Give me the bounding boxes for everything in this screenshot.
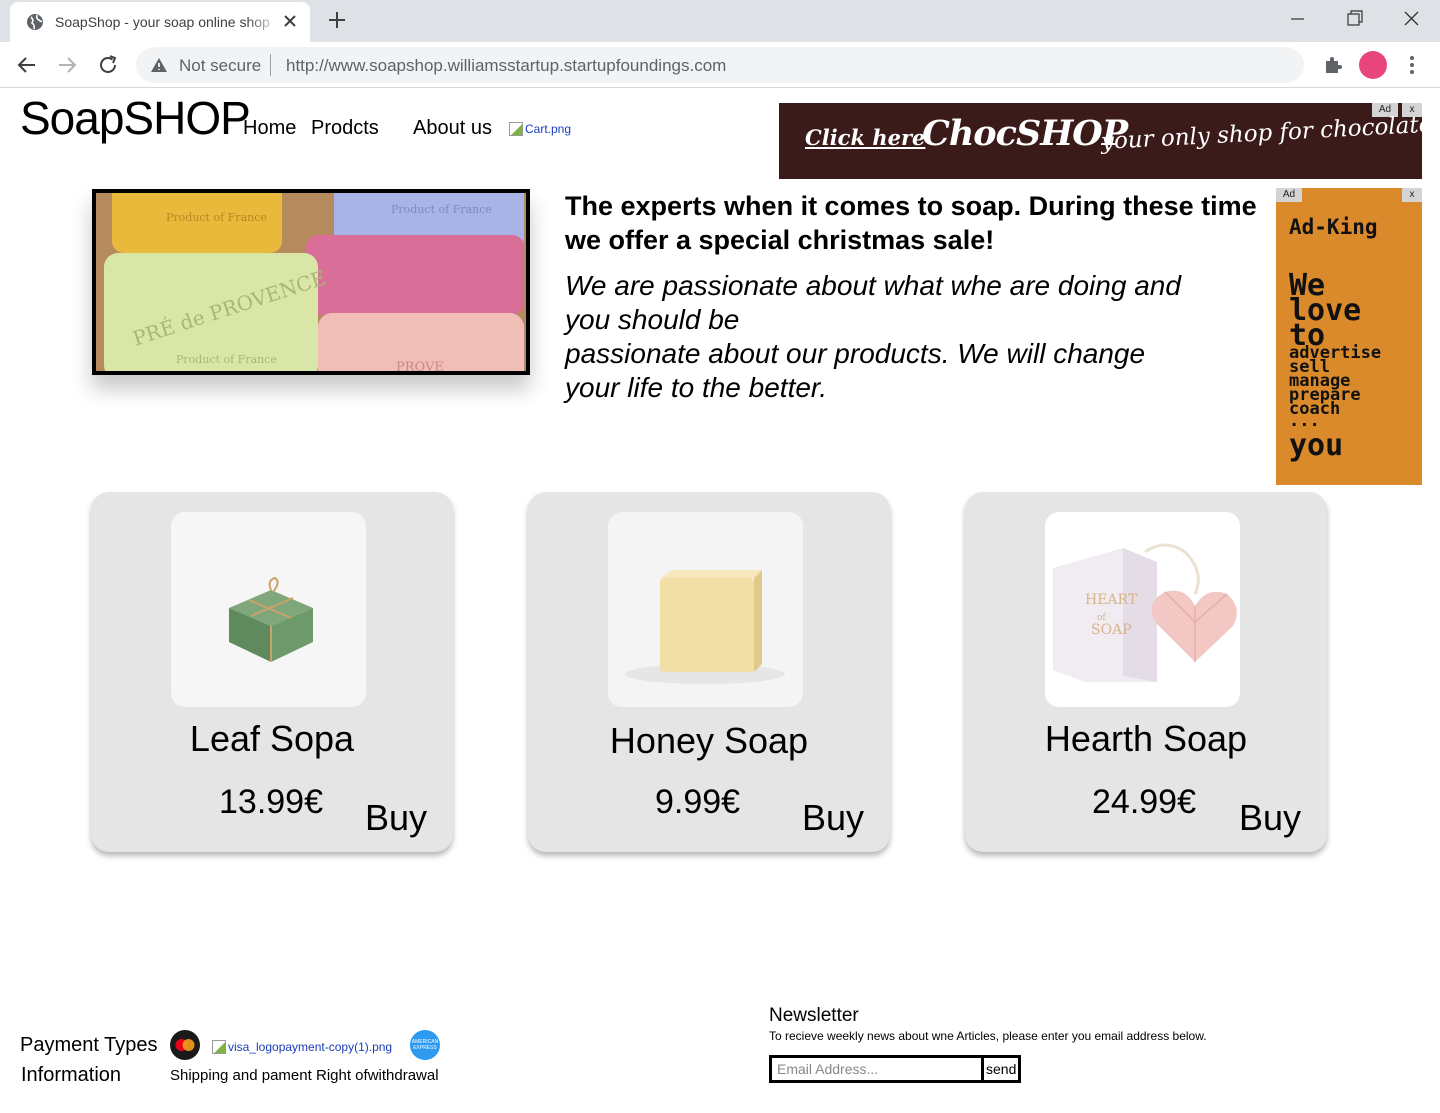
browser-toolbar: Not secure http://www.soapshop.williamss… — [0, 42, 1440, 88]
product-name: Hearth Soap — [1044, 718, 1248, 759]
hero-subtext-line: your life to the better. — [565, 372, 827, 403]
product-price: 9.99€ — [655, 783, 741, 821]
svg-text:Product of France: Product of France — [391, 203, 492, 216]
chocshop-banner-ad[interactable]: Ad x Click here ChocSHOP your only shop … — [779, 103, 1440, 179]
back-icon[interactable] — [15, 53, 39, 77]
heart-soap-icon: HEART of SOAP — [1045, 512, 1240, 707]
svg-text:HEART: HEART — [1085, 592, 1138, 608]
ad-king-side-ad[interactable]: Ad x Ad-King We love to advertise sell m… — [1276, 188, 1422, 485]
ad-close-button[interactable]: x — [1402, 188, 1422, 202]
tab-title: SoapShop - your soap online shop — [55, 14, 270, 30]
mastercard-icon — [170, 1030, 200, 1060]
forward-icon[interactable] — [55, 53, 79, 77]
reload-icon[interactable] — [96, 53, 120, 77]
hero-subtext-line: passionate about our products. We will c… — [565, 338, 1146, 369]
page-content: SoapSHOP Home Prodcts About us Cart.png … — [0, 89, 1440, 1113]
send-button[interactable]: send — [984, 1058, 1018, 1080]
ad-king-line: ... — [1289, 411, 1320, 431]
close-window-icon[interactable] — [1398, 8, 1424, 30]
product-card-hearth-soap[interactable]: HEART of SOAP Hearth Soap 24.99€ Buy — [965, 492, 1327, 852]
hero-subtext-line: you should be — [565, 304, 740, 335]
ad-king-line: you — [1289, 428, 1344, 463]
product-name: Leaf Sopa — [189, 718, 355, 759]
buy-button[interactable]: Buy — [1239, 797, 1301, 839]
email-field[interactable] — [772, 1058, 984, 1080]
product-price: 24.99€ — [1092, 783, 1196, 821]
nav-home[interactable]: Home — [243, 117, 296, 140]
newsletter-description: To recieve weekly news about wne Article… — [769, 1029, 1207, 1043]
amex-icon: AMERICAN EXPRESS — [410, 1030, 440, 1060]
ad-label: Ad — [1276, 188, 1302, 202]
broken-image-icon — [509, 122, 523, 136]
buy-button[interactable]: Buy — [365, 797, 427, 839]
profile-avatar[interactable] — [1359, 51, 1387, 79]
product-name: Honey Soap — [609, 720, 809, 761]
cart-alt-text: Cart.png — [525, 122, 572, 136]
information-heading: Information — [21, 1064, 122, 1086]
minimize-icon[interactable] — [1285, 8, 1311, 30]
visa-logo: visa_logopayment-copy(1).png — [212, 1040, 392, 1054]
broken-image-icon — [212, 1040, 226, 1054]
payment-types-heading: Payment Types — [20, 1034, 158, 1056]
warning-icon[interactable] — [150, 57, 168, 73]
newsletter-form: send — [769, 1055, 1021, 1083]
close-tab-icon[interactable] — [282, 13, 298, 29]
security-label[interactable]: Not secure — [179, 56, 261, 76]
extensions-icon[interactable] — [1322, 53, 1344, 75]
nav-products[interactable]: Prodcts — [311, 117, 379, 140]
globe-icon — [27, 14, 43, 30]
green-soap-icon — [171, 512, 366, 707]
withdrawal-link[interactable]: Right ofwithdrawal — [316, 1067, 439, 1084]
nav-about-us[interactable]: About us — [413, 117, 492, 140]
url-text[interactable]: http://www.soapshop.williamsstartup.star… — [286, 56, 726, 76]
hero-subtext: We are passionate about what whe are doi… — [565, 269, 1205, 405]
ad-brand: ChocSHOP — [922, 113, 1128, 154]
svg-text:PROVE: PROVE — [396, 360, 444, 371]
address-bar[interactable]: Not secure http://www.soapshop.williamss… — [136, 47, 1304, 83]
ad-king-brand: Ad-King — [1289, 215, 1378, 239]
cart-link[interactable]: Cart.png — [509, 122, 571, 136]
product-card-leaf-sopa[interactable]: Leaf Sopa 13.99€ Buy — [91, 492, 453, 852]
hero-subtext-line: We are passionate about what whe are doi… — [565, 270, 1181, 301]
svg-text:SOAP: SOAP — [1091, 622, 1132, 638]
new-tab-icon[interactable] — [326, 9, 348, 31]
hero-headline: The experts when it comes to soap. Durin… — [565, 191, 1257, 255]
more-menu-icon[interactable] — [1404, 53, 1420, 77]
shipping-link[interactable]: Shipping and pament — [170, 1067, 312, 1084]
restore-icon[interactable] — [1341, 8, 1367, 30]
omnibox-divider — [270, 54, 271, 76]
visa-alt-text: visa_logopayment-copy(1).png — [228, 1040, 393, 1054]
svg-text:Product of France: Product of France — [176, 353, 277, 366]
newsletter-heading: Newsletter — [769, 1005, 859, 1026]
browser-tab[interactable]: SoapShop - your soap online shop — [10, 2, 310, 42]
hero-soap-image: Product of France Product of France PRÉ … — [92, 189, 530, 375]
site-logo[interactable]: SoapSHOP — [20, 91, 251, 145]
product-card-honey-soap[interactable]: Honey Soap 9.99€ Buy — [528, 492, 890, 852]
product-price: 13.99€ — [219, 783, 323, 821]
soap-bars-illustration: Product of France Product of France PRÉ … — [96, 193, 526, 371]
buy-button[interactable]: Buy — [802, 797, 864, 839]
ad-tagline: your only shop for chocolate <3 — [1100, 109, 1440, 155]
ad-click-here[interactable]: Click here — [805, 125, 925, 150]
browser-tab-bar: SoapShop - your soap online shop — [0, 0, 1440, 42]
svg-text:Product of France: Product of France — [166, 211, 267, 224]
honey-soap-icon — [608, 512, 803, 707]
